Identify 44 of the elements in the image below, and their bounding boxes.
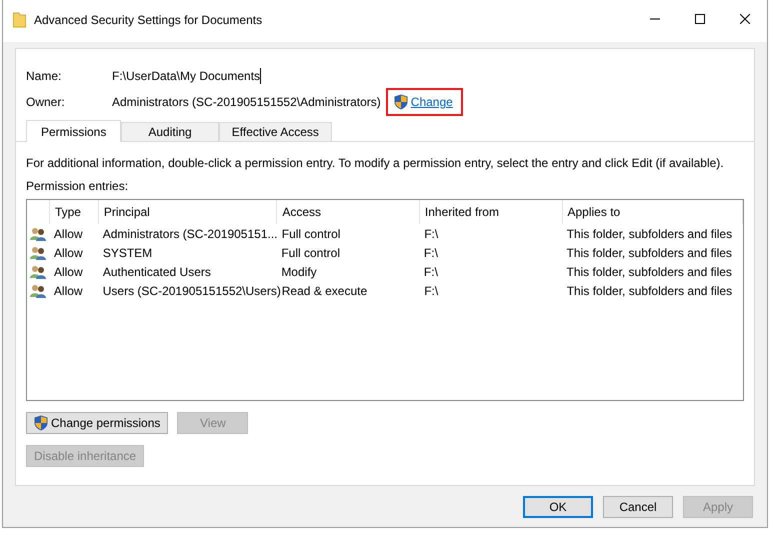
action-button[interactable]: Change permissions bbox=[26, 412, 168, 434]
column-header[interactable]: Inherited from bbox=[418, 200, 562, 224]
column-header[interactable]: Principal bbox=[98, 200, 276, 224]
column-header[interactable]: Type bbox=[48, 200, 98, 224]
table-cell-text: F:\ bbox=[423, 226, 440, 242]
name-value[interactable]: F:\UserData\My Documents bbox=[112, 68, 262, 84]
owner-value: Administrators (SC-201905151552\Administrators) bbox=[112, 95, 381, 109]
table-cell-text: Modify bbox=[280, 264, 318, 280]
table-cell-text: This folder, subfolders and files bbox=[566, 264, 733, 280]
shield-icon bbox=[34, 415, 48, 431]
entries-label: Permission entries: bbox=[26, 179, 130, 193]
shield-icon bbox=[394, 94, 408, 110]
table-cell-text: Full control bbox=[280, 226, 342, 242]
table-cell-text: F:\ bbox=[423, 282, 440, 300]
tab[interactable]: Auditing bbox=[121, 122, 219, 141]
table-cell-text: Allow bbox=[52, 264, 84, 280]
table-cell-text: Administrators (SC-201905151... bbox=[102, 226, 277, 242]
table-cell-text: This folder, subfolders and files bbox=[566, 226, 734, 242]
table-cell-text: This folder, subfolders and files bbox=[566, 282, 734, 300]
table-cell-text: F:\ bbox=[422, 264, 439, 280]
tab[interactable]: Permissions bbox=[26, 120, 122, 142]
table-cell-text: Allow bbox=[52, 226, 84, 242]
dialog-button[interactable]: OK bbox=[523, 496, 593, 518]
users-icon bbox=[30, 284, 46, 298]
table-cell-text: Allow bbox=[52, 282, 84, 300]
info-text: For additional information, double-click a permission entry. To modify a permission entry, select the entry and click Edit (if available). bbox=[26, 156, 725, 170]
users-icon bbox=[30, 226, 46, 240]
table-cell-text: SYSTEM bbox=[102, 244, 154, 262]
table-cell-text: This folder, subfolders and files bbox=[566, 244, 733, 262]
tab[interactable]: Effective Access bbox=[218, 122, 332, 141]
name-label: Name: bbox=[26, 69, 62, 83]
table-cell-text: F:\ bbox=[422, 244, 439, 262]
change-link[interactable]: Change bbox=[410, 95, 453, 109]
column-header[interactable]: Applies to bbox=[562, 200, 743, 224]
table-cell-text: Authenticated Users bbox=[102, 264, 212, 280]
users-icon bbox=[30, 264, 46, 278]
table-cell-text: Full control bbox=[280, 244, 341, 262]
folder-icon bbox=[13, 12, 26, 28]
owner-label: Owner: bbox=[26, 95, 66, 109]
column-header[interactable]: Access bbox=[276, 200, 419, 224]
table-cell-text: Allow bbox=[52, 244, 84, 262]
users-icon bbox=[30, 246, 46, 260]
window-title: Advanced Security Settings for Documents bbox=[34, 13, 264, 27]
dialog-button[interactable]: Cancel bbox=[603, 496, 673, 518]
